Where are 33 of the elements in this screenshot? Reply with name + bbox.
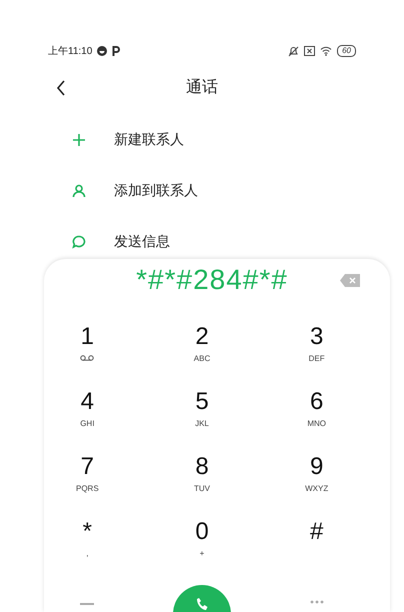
face-icon — [97, 46, 108, 56]
dialed-number: *#*#284#*# — [136, 263, 288, 297]
person-icon — [72, 184, 86, 198]
dial-key[interactable]: 7 PQRS — [30, 451, 145, 516]
wifi-icon — [320, 46, 332, 56]
dial-key[interactable]: 0 + — [144, 516, 260, 581]
voicemail-icon — [80, 355, 94, 361]
dial-key[interactable]: 5 JKL — [144, 386, 260, 451]
phone-icon — [196, 597, 208, 611]
dial-key[interactable]: # — [259, 516, 374, 581]
dial-key[interactable]: 8 TUV — [144, 451, 260, 516]
collapse-icon[interactable] — [80, 603, 94, 606]
dial-key[interactable]: 4 GHI — [30, 386, 145, 451]
no-sim-icon — [304, 46, 316, 56]
parking-icon — [112, 46, 120, 56]
dial-key[interactable]: 6 MNO — [259, 386, 374, 451]
plus-icon — [72, 132, 86, 146]
dial-key[interactable]: 3 DEF — [259, 321, 374, 386]
action-label[interactable]: 添加到联系人 — [114, 180, 198, 201]
backspace-icon[interactable] — [340, 274, 360, 286]
more-icon[interactable] — [310, 599, 324, 605]
chat-bubble-icon — [72, 234, 86, 248]
dial-key[interactable]: 2 ABC — [144, 321, 260, 386]
dial-key[interactable]: 1 — [30, 321, 145, 386]
action-label[interactable]: 发送信息 — [114, 231, 170, 252]
dial-key[interactable]: 9 WXYZ — [259, 451, 374, 516]
status-time: 上午11:10 — [48, 44, 92, 58]
dial-key[interactable]: * , — [30, 516, 145, 581]
back-icon[interactable] — [56, 80, 66, 96]
muted-bell-icon — [288, 46, 300, 56]
page-title: 通话 — [186, 78, 218, 98]
battery-indicator: 60 — [337, 45, 356, 57]
action-label[interactable]: 新建联系人 — [114, 129, 184, 150]
